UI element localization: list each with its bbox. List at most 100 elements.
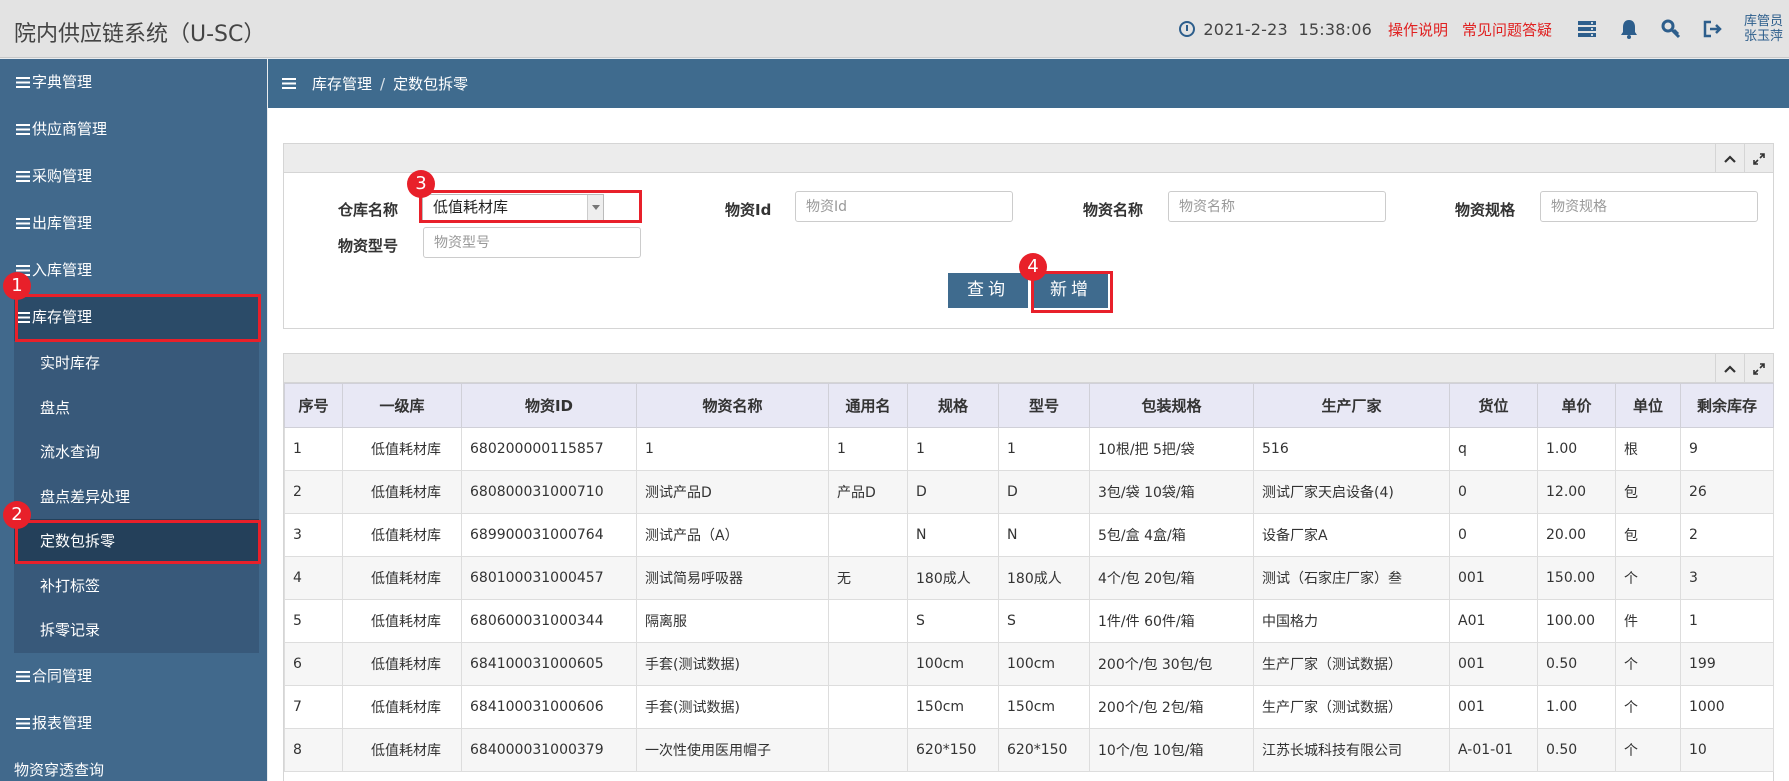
table-row[interactable]: 1 低值耗材库 680200000115857 1 1 1 1 10根/把 5把/袋 516 q 1…	[284, 427, 1774, 471]
table-cell: 001	[1449, 642, 1538, 686]
table-cell: 1	[1680, 599, 1774, 643]
column-header: 剩余库存	[1680, 383, 1774, 428]
table-cell: 1000	[1680, 685, 1774, 729]
table-cell: 620*150	[998, 728, 1090, 772]
sub-item-realtime-stock[interactable]: 实时库存	[14, 341, 259, 386]
material-name-input[interactable]	[1168, 191, 1386, 222]
collapse-icon[interactable]	[1715, 354, 1744, 383]
material-name-label: 物资名称	[1083, 201, 1144, 219]
sub-item-reprint-label[interactable]: 补打标签	[14, 564, 259, 609]
breadcrumb-root[interactable]: 库存管理	[312, 73, 372, 94]
table-cell: 1	[828, 427, 908, 471]
table-cell: 200个/包 30包/包	[1089, 642, 1254, 686]
table-cell: q	[1449, 427, 1538, 471]
sub-item-stocktake[interactable]: 盘点	[14, 386, 259, 431]
table-cell: 20.00	[1537, 513, 1616, 557]
table-cell: 001	[1449, 685, 1538, 729]
breadcrumb-current: 定数包拆零	[393, 75, 469, 93]
table-cell: 620*150	[907, 728, 999, 772]
sidebar-item-outbound[interactable]: 出库管理	[0, 200, 267, 247]
annotation-box-1	[15, 294, 261, 342]
table-cell: 199	[1680, 642, 1774, 686]
table-cell: 包	[1615, 470, 1681, 514]
table-cell: 隔离服	[636, 599, 829, 643]
faq-link[interactable]: 常见问题答疑	[1462, 19, 1552, 40]
annotation-marker-4: 4	[1019, 253, 1047, 281]
table-cell: 个	[1615, 685, 1681, 729]
table-row[interactable]: 8 低值耗材库 684000031000379 一次性使用医用帽子 620*150 620…	[284, 728, 1774, 772]
query-button[interactable]: 查询	[948, 273, 1028, 308]
expand-icon[interactable]	[1744, 144, 1773, 173]
table-cell: 1	[284, 427, 343, 471]
table-cell: 测试（石家庄厂家）叁	[1253, 556, 1450, 600]
bell-icon[interactable]	[1618, 18, 1640, 40]
annotation-marker-1: 1	[3, 272, 31, 300]
column-header: 规格	[907, 383, 999, 428]
table-row[interactable]: 5 低值耗材库 680600031000344 隔离服 S S 1件/件 60件/箱 中国格力…	[284, 599, 1774, 643]
table-row[interactable]: 6 低值耗材库 684100031000605 手套(测试数据) 100cm 100cm 2…	[284, 642, 1774, 686]
table-cell: 件	[1615, 599, 1681, 643]
breadcrumb: 库存管理 / 定数包拆零	[268, 59, 1789, 108]
annotation-box-3	[419, 190, 642, 223]
table-cell: 3	[1680, 556, 1774, 600]
table-cell: N	[998, 513, 1090, 557]
operation-guide-link[interactable]: 操作说明	[1388, 19, 1448, 40]
list-icon	[16, 218, 30, 229]
sub-item-flow-query[interactable]: 流水查询	[14, 430, 259, 475]
table-cell: D	[907, 470, 999, 514]
table-cell: 10	[1680, 728, 1774, 772]
sidebar-item-purchase[interactable]: 采购管理	[0, 153, 267, 200]
table-cell: 150cm	[998, 685, 1090, 729]
table-cell: 6	[284, 642, 343, 686]
table-cell: 684100031000606	[461, 685, 637, 729]
table-cell: S	[998, 599, 1090, 643]
table-row[interactable]: 4 低值耗材库 680100031000457 测试简易呼吸器无 180成人 180成人 4…	[284, 556, 1774, 600]
sidebar-item-inbound[interactable]: 入库管理	[0, 247, 267, 294]
sub-item-stocktake-diff[interactable]: 盘点差异处理	[14, 475, 259, 520]
table-cell: 100cm	[907, 642, 999, 686]
sidebar-item-supplier[interactable]: 供应商管理	[0, 106, 267, 153]
material-model-input[interactable]	[423, 227, 641, 258]
table-cell: 个	[1615, 642, 1681, 686]
user-info[interactable]: 库管员 张玉萍	[1744, 14, 1783, 44]
menu-toggle-icon[interactable]	[282, 78, 296, 89]
table-cell: 测试简易呼吸器	[636, 556, 829, 600]
table-row[interactable]: 3 低值耗材库 689900031000764 测试产品（A） N N 5包/盒 4盒/箱设…	[284, 513, 1774, 557]
sub-item-split-record[interactable]: 拆零记录	[14, 608, 259, 653]
table-cell: 1	[907, 427, 999, 471]
sidebar-item-report[interactable]: 报表管理	[0, 700, 267, 747]
list-icon	[16, 171, 30, 182]
list-icon	[16, 124, 30, 135]
table-cell: D	[998, 470, 1090, 514]
sidebar-item-contract[interactable]: 合同管理	[0, 653, 267, 700]
table-cell: 4	[284, 556, 343, 600]
logout-icon[interactable]	[1702, 18, 1724, 40]
annotation-box-4	[1031, 271, 1113, 313]
material-id-label: 物资Id	[725, 201, 772, 219]
sidebar-item-material-trace[interactable]: 物资穿透查询	[0, 747, 267, 781]
collapse-icon[interactable]	[1715, 144, 1744, 173]
table-cell: 低值耗材库	[342, 642, 462, 686]
table-cell: 10根/把 5把/袋	[1089, 427, 1254, 471]
table-cell: 低值耗材库	[342, 599, 462, 643]
table-cell: 手套(测试数据)	[636, 642, 829, 686]
material-spec-input[interactable]	[1540, 191, 1758, 222]
table-cell: 680800031000710	[461, 470, 637, 514]
table-cell: 180成人	[998, 556, 1090, 600]
material-id-input[interactable]	[795, 191, 1013, 222]
table-cell: 低值耗材库	[342, 470, 462, 514]
key-icon[interactable]	[1660, 18, 1682, 40]
sidebar-item-dictionary[interactable]: 字典管理	[0, 59, 267, 106]
table-cell: 1.00	[1537, 685, 1616, 729]
table-row[interactable]: 7 低值耗材库 684100031000606 手套(测试数据) 150cm 150cm 2…	[284, 685, 1774, 729]
table-cell: 手套(测试数据)	[636, 685, 829, 729]
column-header: 型号	[998, 383, 1090, 428]
table-cell: 516	[1253, 427, 1450, 471]
breadcrumb-separator: /	[380, 74, 386, 93]
table-row[interactable]: 2 低值耗材库 680800031000710 测试产品D 产品D D D 3包/袋 10袋/…	[284, 470, 1774, 514]
column-header: 生产厂家	[1253, 383, 1450, 428]
column-header: 单价	[1537, 383, 1616, 428]
expand-icon[interactable]	[1744, 354, 1773, 383]
server-icon[interactable]	[1576, 18, 1598, 40]
table-cell: 包	[1615, 513, 1681, 557]
